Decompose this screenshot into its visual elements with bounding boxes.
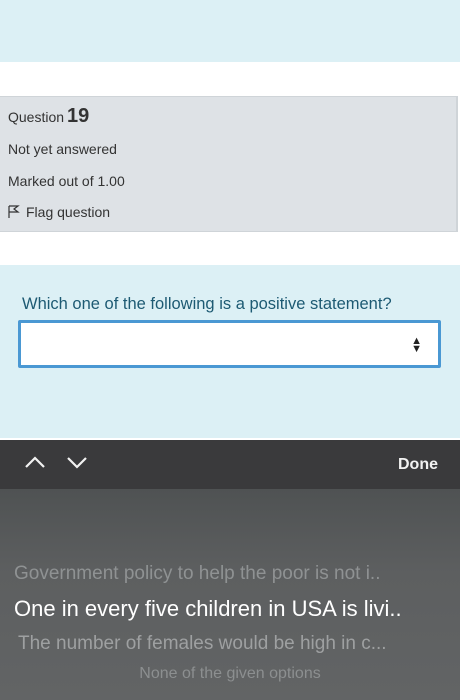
question-text: Which one of the following is a positive… bbox=[22, 295, 392, 313]
picker-option-selected[interactable]: One in every five children in USA is liv… bbox=[14, 596, 460, 622]
picker-option[interactable]: The number of females would be high in c… bbox=[18, 633, 460, 655]
question-info-panel: Question 19 Not yet answered Marked out o… bbox=[0, 96, 458, 232]
previous-field-icon[interactable] bbox=[24, 455, 46, 469]
flag-question-label: Flag question bbox=[26, 204, 111, 220]
select-arrows-icon: ▲ ▼ bbox=[411, 335, 422, 355]
picker-toolbar: Done bbox=[0, 440, 460, 489]
picker-option[interactable]: Government policy to help the poor is no… bbox=[14, 563, 460, 585]
next-field-icon[interactable] bbox=[66, 455, 88, 469]
question-heading: Question 19 bbox=[8, 105, 89, 128]
flag-question-link[interactable]: Flag question bbox=[8, 204, 110, 220]
question-prefix: Question bbox=[8, 109, 65, 125]
option-picker-wheel[interactable]: Government policy to help the poor is no… bbox=[0, 489, 460, 700]
question-status: Not yet answered bbox=[8, 141, 117, 157]
question-content: Which one of the following is a positive… bbox=[0, 265, 460, 438]
picker-option[interactable]: None of the given options bbox=[0, 665, 460, 683]
done-button[interactable]: Done bbox=[398, 456, 438, 474]
answer-select[interactable]: ▲ ▼ bbox=[18, 320, 441, 368]
top-band bbox=[0, 0, 460, 62]
question-number: 19 bbox=[67, 105, 90, 127]
question-marks: Marked out of 1.00 bbox=[8, 173, 125, 189]
flag-icon bbox=[8, 205, 20, 218]
